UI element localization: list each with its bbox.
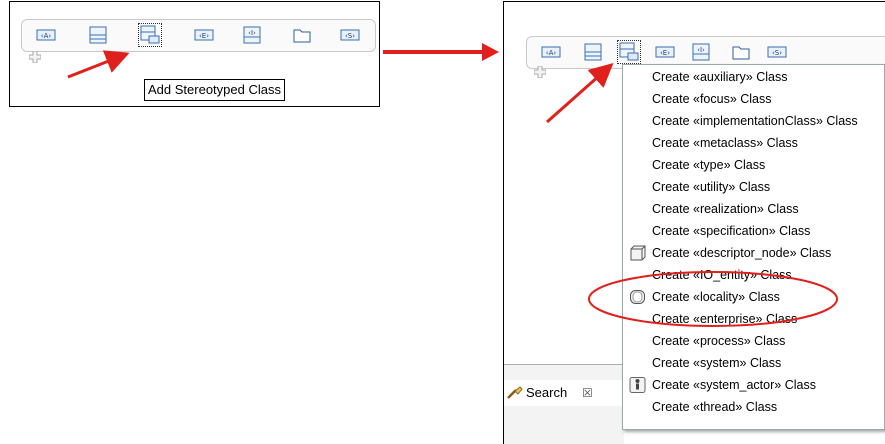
stereotyped-class-icon [140, 25, 160, 44]
tab-search-label: Search [526, 385, 568, 400]
menu-item[interactable]: Create «implementationClass» Class [623, 110, 885, 132]
menu-item-label: Create «descriptor_node» Class [652, 246, 832, 260]
tab-search[interactable]: Search ☒ [504, 380, 622, 406]
menu-item-label: Create «locality» Class [652, 290, 780, 304]
menu-item-label: Create «type» Class [652, 158, 766, 172]
tool-enumeration[interactable]: ‹E› [655, 42, 675, 62]
before-screenshot-panel: ‹A› ‹E› ‹I› ‹S› Add Stereotyped Class [9, 1, 380, 107]
tool-enumeration[interactable]: ‹E› [194, 25, 214, 45]
tooltip: Add Stereotyped Class [144, 79, 285, 101]
menu-item-label: Create «auxiliary» Class [652, 70, 788, 84]
tool-stereotyped-class[interactable] [138, 23, 162, 47]
svg-text:‹A›: ‹A› [546, 49, 557, 57]
attribute-icon: ‹A› [36, 29, 56, 41]
svg-text:‹I›: ‹I› [697, 46, 705, 54]
transition-arrowhead [482, 43, 499, 61]
menu-item[interactable]: Create «enterprise» Class [623, 308, 885, 330]
menu-item[interactable]: Create «specification» Class [623, 220, 885, 242]
menu-item-label: Create «system» Class [652, 356, 782, 370]
svg-text:‹S›: ‹S› [345, 32, 355, 40]
tool-package[interactable] [292, 25, 312, 45]
menu-item[interactable]: Create «system_actor» Class [623, 374, 885, 396]
folder-icon [293, 29, 311, 43]
menu-item-label: Create «process» Class [652, 334, 786, 348]
menu-item-label: Create «system_actor» Class [652, 378, 816, 392]
menu-item-label: Create «focus» Class [652, 92, 772, 106]
menu-item[interactable]: Create «process» Class [623, 330, 885, 352]
menu-item-label: Create «realization» Class [652, 202, 799, 216]
actor-icon [629, 377, 646, 393]
menu-item-label: Create «specification» Class [652, 224, 811, 238]
enumeration-icon: ‹E› [655, 46, 675, 58]
menu-item[interactable]: Create «auxiliary» Class [623, 66, 885, 88]
svg-text:‹S›: ‹S› [772, 49, 782, 57]
menu-item[interactable]: Create «realization» Class [623, 198, 885, 220]
tool-stereotyped-class[interactable] [617, 40, 641, 64]
tool-signal[interactable]: ‹S› [767, 42, 787, 62]
menu-item[interactable]: Create «system» Class [623, 352, 885, 374]
svg-text:‹E›: ‹E› [660, 49, 670, 57]
svg-text:‹E›: ‹E› [199, 32, 209, 40]
menu-item[interactable]: Create «IO_entity» Class [623, 264, 885, 286]
menu-item[interactable]: Create «descriptor_node» Class [623, 242, 885, 264]
menu-item-label: Create «implementationClass» Class [652, 114, 858, 128]
interface-icon: ‹I› [243, 26, 261, 44]
svg-text:‹A›: ‹A› [41, 32, 52, 40]
tool-attribute[interactable]: ‹A› [36, 25, 56, 45]
close-icon[interactable]: ☒ [582, 380, 593, 406]
folder-icon [732, 46, 750, 60]
menu-item-label: Create «utility» Class [652, 180, 771, 194]
svg-text:‹I›: ‹I› [248, 29, 256, 37]
menu-item-label: Create «IO_entity» Class [652, 268, 792, 282]
tool-interface[interactable]: ‹I› [242, 25, 262, 45]
stereotype-class-menu: Create «auxiliary» Class Create «focus» C… [622, 64, 885, 430]
tool-signal[interactable]: ‹S› [340, 25, 360, 45]
add-plus-icon[interactable] [29, 51, 41, 63]
menu-item[interactable]: Create «thread» Class [623, 396, 885, 418]
menu-item-label: Create «metaclass» Class [652, 136, 798, 150]
class-icon [584, 43, 602, 61]
menu-item-label: Create «enterprise» Class [652, 312, 798, 326]
signal-icon: ‹S› [767, 46, 787, 58]
enumeration-icon: ‹E› [194, 29, 214, 41]
menu-item[interactable]: Create «type» Class [623, 154, 885, 176]
tool-attribute[interactable]: ‹A› [541, 42, 561, 62]
cube-icon [629, 245, 646, 261]
menu-item[interactable]: Create «utility» Class [623, 176, 885, 198]
palette-toolbar: ‹A› ‹E› ‹I› ‹S› [21, 19, 376, 52]
tool-package[interactable] [731, 42, 751, 62]
menu-item[interactable]: Create «focus» Class [623, 88, 885, 110]
menu-item[interactable]: Create «locality» Class [623, 286, 885, 308]
tool-class[interactable] [88, 25, 108, 45]
rounded-box-icon [629, 289, 646, 305]
menu-item-label: Create «thread» Class [652, 400, 778, 414]
tool-class[interactable] [583, 42, 603, 62]
attribute-icon: ‹A› [541, 46, 561, 58]
menu-item[interactable]: Create «metaclass» Class [623, 132, 885, 154]
stereotyped-class-icon [619, 42, 639, 61]
signal-icon: ‹S› [340, 29, 360, 41]
add-plus-icon[interactable] [534, 66, 546, 78]
search-icon [507, 386, 523, 399]
interface-icon: ‹I› [692, 43, 710, 61]
class-icon [89, 26, 107, 44]
tool-interface[interactable]: ‹I› [691, 42, 711, 62]
